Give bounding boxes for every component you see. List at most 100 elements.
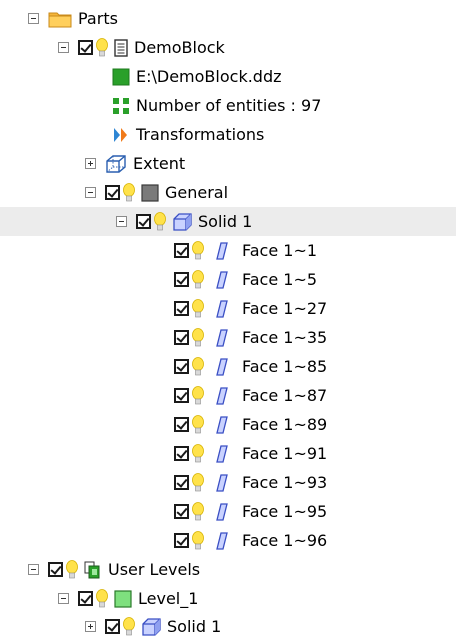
visibility-checkbox[interactable] [48, 562, 63, 577]
tree-row-general[interactable]: General [0, 178, 456, 207]
expand-toggle[interactable] [85, 621, 96, 632]
face-icon [216, 473, 228, 492]
tree-label-solid1: Solid 1 [198, 212, 253, 231]
tree-row-face[interactable]: Face 1~89 [0, 410, 456, 439]
visibility-checkbox[interactable] [174, 504, 189, 519]
collapse-toggle[interactable] [28, 564, 39, 575]
tree-label-face: Face 1~87 [242, 386, 328, 405]
visibility-checkbox[interactable] [174, 475, 189, 490]
visibility-checkbox[interactable] [174, 446, 189, 461]
tree-label-face: Face 1~85 [242, 357, 328, 376]
visibility-checkbox[interactable] [78, 40, 93, 55]
green-square-icon [112, 68, 130, 86]
tree-label-entities: Number of entities : 97 [136, 96, 322, 115]
lightbulb-icon[interactable] [192, 298, 204, 319]
tree-row-solid1[interactable]: Solid 1 [0, 207, 456, 236]
tree-label-face: Face 1~35 [242, 328, 328, 347]
collapse-toggle[interactable] [58, 42, 69, 53]
lightbulb-icon[interactable] [96, 588, 108, 609]
solid-cube-icon [141, 617, 161, 636]
tree-row-transformations[interactable]: Transformations [0, 120, 456, 149]
visibility-checkbox[interactable] [105, 619, 120, 634]
gray-square-icon [141, 183, 159, 202]
tree-row-face[interactable]: Face 1~95 [0, 497, 456, 526]
visibility-checkbox[interactable] [174, 330, 189, 345]
tree-label-file: E:\DemoBlock.ddz [136, 67, 282, 86]
face-icon [216, 386, 228, 405]
face-icon [216, 270, 228, 289]
lightbulb-icon[interactable] [192, 327, 204, 348]
tree-label-general: General [165, 183, 229, 202]
levels-icon [84, 561, 102, 579]
tree-row-file[interactable]: E:\DemoBlock.ddz [0, 62, 456, 91]
tree-row-demoblock[interactable]: DemoBlock [0, 33, 456, 62]
visibility-checkbox[interactable] [174, 272, 189, 287]
visibility-checkbox[interactable] [174, 533, 189, 548]
lightbulb-icon[interactable] [192, 414, 204, 435]
bounding-box-icon [105, 154, 127, 174]
collapse-toggle[interactable] [85, 187, 96, 198]
tree-row-face[interactable]: Face 1~5 [0, 265, 456, 294]
face-icon [216, 357, 228, 376]
transformations-icon [112, 126, 130, 144]
visibility-checkbox[interactable] [78, 591, 93, 606]
tree-row-level1[interactable]: Level_1 [0, 584, 456, 613]
visibility-checkbox[interactable] [174, 388, 189, 403]
tree-row-extent[interactable]: Extent [0, 149, 456, 178]
collapse-toggle[interactable] [116, 216, 127, 227]
tree-row-face[interactable]: Face 1~87 [0, 381, 456, 410]
tree-row-face[interactable]: Face 1~27 [0, 294, 456, 323]
tree-label-face: Face 1~96 [242, 531, 328, 550]
visibility-checkbox[interactable] [105, 185, 120, 200]
tree-row-face[interactable]: Face 1~93 [0, 468, 456, 497]
lightbulb-icon[interactable] [192, 385, 204, 406]
tree-label-demoblock: DemoBlock [134, 38, 225, 57]
tree-row-face[interactable]: Face 1~35 [0, 323, 456, 352]
document-icon [114, 38, 128, 57]
lightbulb-icon[interactable] [154, 211, 166, 232]
lightbulb-icon[interactable] [123, 616, 135, 637]
lightbulb-icon[interactable] [192, 472, 204, 493]
lightbulb-icon[interactable] [192, 356, 204, 377]
tree-label-extent: Extent [133, 154, 186, 173]
lightbulb-icon[interactable] [123, 182, 135, 203]
lightbulb-icon[interactable] [192, 501, 204, 522]
visibility-checkbox[interactable] [174, 359, 189, 374]
face-icon [216, 444, 228, 463]
collapse-toggle[interactable] [28, 13, 39, 24]
tree-row-face[interactable]: Face 1~85 [0, 352, 456, 381]
tree-label-face: Face 1~95 [242, 502, 328, 521]
tree-row-level1-solid[interactable]: Solid 1 [0, 612, 456, 641]
lightbulb-icon[interactable] [192, 530, 204, 551]
tree-row-face[interactable]: Face 1~1 [0, 236, 456, 265]
tree-label-transformations: Transformations [136, 125, 265, 144]
tree-row-entities[interactable]: Number of entities : 97 [0, 91, 456, 120]
lightbulb-icon[interactable] [192, 443, 204, 464]
tree-row-parts[interactable]: Parts [0, 4, 456, 33]
collapse-toggle[interactable] [58, 593, 69, 604]
tree-row-user-levels[interactable]: User Levels [0, 555, 456, 584]
solid-cube-icon [172, 212, 192, 231]
expand-toggle[interactable] [85, 158, 96, 169]
tree-label-face: Face 1~93 [242, 473, 328, 492]
tree-row-face[interactable]: Face 1~96 [0, 526, 456, 555]
lightbulb-icon[interactable] [192, 240, 204, 261]
visibility-checkbox[interactable] [174, 417, 189, 432]
visibility-checkbox[interactable] [174, 301, 189, 316]
lightbulb-icon[interactable] [192, 269, 204, 290]
lightbulb-icon[interactable] [96, 37, 108, 58]
face-icon [216, 415, 228, 434]
tree-row-face[interactable]: Face 1~91 [0, 439, 456, 468]
tree-label-parts: Parts [78, 9, 118, 28]
face-icon [216, 241, 228, 260]
visibility-checkbox[interactable] [136, 214, 151, 229]
face-icon [216, 531, 228, 550]
tree-label-face: Face 1~1 [242, 241, 318, 260]
face-icon [216, 299, 228, 318]
lightbulb-icon[interactable] [66, 559, 78, 580]
scene-tree: Parts DemoBlock E:\DemoBlock.ddz Number … [0, 0, 456, 640]
visibility-checkbox[interactable] [174, 243, 189, 258]
folder-icon [48, 10, 72, 28]
tree-label-level1-solid: Solid 1 [167, 617, 222, 636]
face-icon [216, 502, 228, 521]
